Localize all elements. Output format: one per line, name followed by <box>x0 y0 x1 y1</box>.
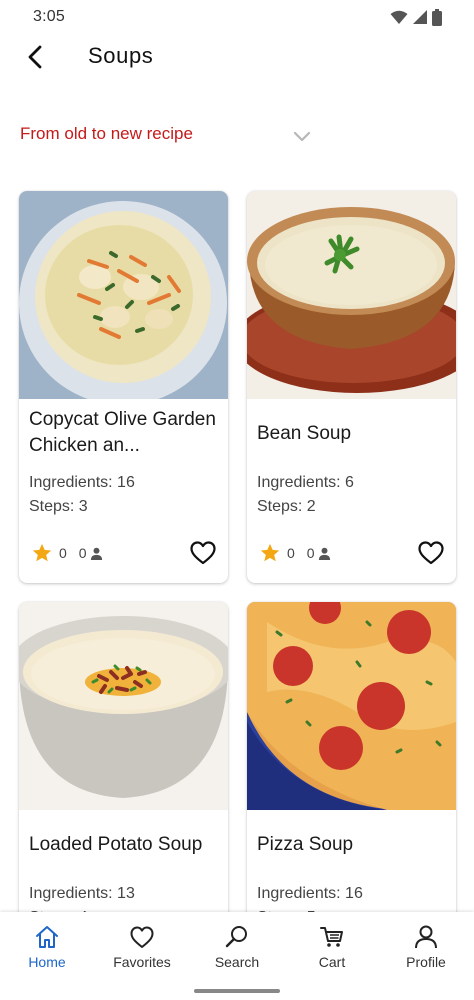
recipe-footer: 0 0 <box>259 539 445 567</box>
recipe-title: Copycat Olive Garden Chicken an... <box>29 409 216 456</box>
ingredients-count: Ingredients: 16 <box>257 885 363 902</box>
ingredients-count: Ingredients: 6 <box>257 474 354 491</box>
star-icon <box>260 543 280 562</box>
back-button[interactable] <box>20 42 50 72</box>
recipe-image-pizza-soup <box>247 602 456 810</box>
signal-icon <box>413 10 427 24</box>
steps-count: Steps: 3 <box>29 498 88 515</box>
recipe-image-chicken-gnocchi-soup <box>19 191 228 399</box>
recipe-title: Bean Soup <box>257 423 352 444</box>
battery-icon <box>432 8 442 26</box>
recipe-image-bean-soup <box>247 191 456 399</box>
nav-label: Cart <box>318 954 346 970</box>
home-icon <box>36 926 58 948</box>
person-icon <box>415 925 437 949</box>
review-count: 0 <box>78 545 87 561</box>
chevron-down-icon <box>293 131 311 142</box>
rating-value: 0 <box>59 545 67 561</box>
favorite-button[interactable] <box>417 539 445 567</box>
page-title: Soups <box>88 43 154 68</box>
wifi-icon <box>390 10 408 24</box>
nav-item-search[interactable]: Search <box>197 924 277 984</box>
status-icons <box>390 8 442 26</box>
rating-value: 0 <box>287 545 295 561</box>
nav-item-favorites[interactable]: Favorites <box>102 924 182 984</box>
star-icon <box>32 543 52 562</box>
nav-item-cart[interactable]: Cart <box>292 924 372 984</box>
recipe-footer: 0 0 <box>31 539 217 567</box>
ingredients-count: Ingredients: 13 <box>29 885 135 902</box>
recipe-meta: Ingredients: 16 Steps: 3 <box>29 471 135 519</box>
favorite-button[interactable] <box>189 539 217 567</box>
recipe-title: Pizza Soup <box>257 834 354 855</box>
recipe-meta: Ingredients: 6 Steps: 2 <box>257 471 354 519</box>
status-bar: 3:05 <box>0 0 474 34</box>
review-count: 0 <box>306 545 315 561</box>
status-time: 3:05 <box>33 8 65 25</box>
home-indicator <box>194 989 280 993</box>
recipe-image-loaded-potato-soup <box>19 602 228 810</box>
person-icon <box>90 547 102 560</box>
nav-label: Favorites <box>113 954 171 970</box>
bottom-nav: Home Favorites Search Cart Profile <box>0 912 474 1000</box>
sort-dropdown[interactable]: From old to new recipe <box>0 118 474 152</box>
nav-label: Search <box>214 954 260 970</box>
person-icon <box>318 547 330 560</box>
nav-label: Home <box>28 954 66 970</box>
sort-selected-value: From old to new recipe <box>20 124 193 143</box>
recipe-card[interactable]: Copycat Olive Garden Chicken an... Ingre… <box>19 191 228 583</box>
heart-icon <box>130 926 154 948</box>
cart-icon <box>320 927 343 947</box>
ingredients-count: Ingredients: 16 <box>29 474 135 491</box>
nav-item-home[interactable]: Home <box>7 924 87 984</box>
recipe-card[interactable]: Bean Soup Ingredients: 6 Steps: 2 0 0 <box>247 191 456 583</box>
nav-item-profile[interactable]: Profile <box>386 924 466 984</box>
recipe-title: Loaded Potato Soup <box>29 834 203 855</box>
app-bar: Soups <box>0 34 474 80</box>
steps-count: Steps: 2 <box>257 498 316 515</box>
nav-label: Profile <box>406 954 446 970</box>
search-icon <box>225 926 247 948</box>
back-arrow-icon <box>28 45 42 69</box>
